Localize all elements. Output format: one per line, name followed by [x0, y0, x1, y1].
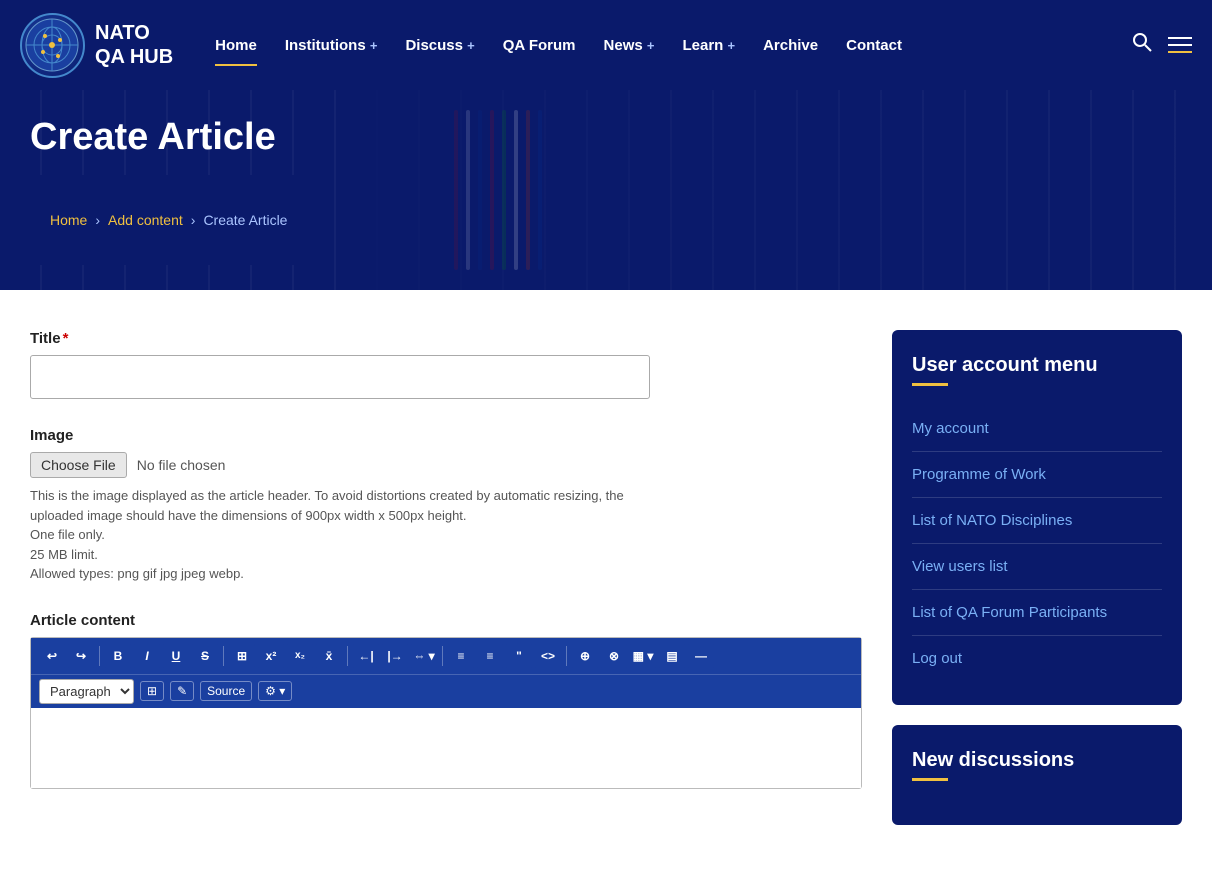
redo-button[interactable]: ↪: [68, 644, 94, 668]
nato-disciplines-link[interactable]: List of NATO Disciplines: [912, 498, 1162, 543]
title-input[interactable]: [30, 355, 650, 399]
new-discussions-underline: [912, 778, 948, 781]
nav-item-qaforum[interactable]: QA Forum: [491, 29, 588, 62]
sidebar-item-logout: Log out: [912, 636, 1162, 681]
toolbar-sep-5: [566, 646, 567, 666]
article-content-label: Article content: [30, 612, 862, 629]
strikethrough-button[interactable]: S: [192, 644, 218, 668]
view-users-list-link[interactable]: View users list: [912, 544, 1162, 589]
source-button[interactable]: Source: [200, 681, 252, 701]
hamburger-menu[interactable]: [1168, 37, 1192, 53]
user-menu-title: User account menu: [912, 354, 1162, 377]
title-field-group: Title*: [30, 330, 862, 399]
logo-text: NATO QA HUB: [95, 21, 173, 69]
new-discussions-card: New discussions: [892, 725, 1182, 825]
file-name-display: No file chosen: [137, 457, 226, 473]
styles-button[interactable]: ⊞: [140, 681, 164, 701]
file-upload-row: Choose File No file chosen: [30, 452, 862, 478]
edit-button[interactable]: ✎: [170, 681, 194, 701]
table2-button[interactable]: ▦ ▾: [630, 644, 656, 668]
editor-body[interactable]: [31, 708, 861, 788]
styles-icon: ⊞: [147, 684, 157, 698]
sidebar-item-my-account: My account: [912, 406, 1162, 452]
nav-item-institutions[interactable]: Institutions +: [273, 29, 390, 62]
settings-button[interactable]: ⚙ ▾: [258, 681, 292, 701]
outdent-button[interactable]: ←|: [353, 644, 379, 668]
nav-item-contact[interactable]: Contact: [834, 29, 914, 62]
rich-text-editor: ↩ ↪ B I U S ⊞ x² x₂ x̄ ←| |→ ⇔ ▾: [30, 637, 862, 789]
choose-file-button[interactable]: Choose File: [30, 452, 127, 478]
toolbar-sep-1: [99, 646, 100, 666]
hr-button[interactable]: —: [688, 644, 714, 668]
list-ol-button[interactable]: ≡: [477, 644, 503, 668]
image-help-text: This is the image displayed as the artic…: [30, 486, 650, 584]
toolbar-sep-3: [347, 646, 348, 666]
breadcrumb-add-content[interactable]: Add content: [108, 212, 183, 228]
source-label: Source: [207, 684, 245, 698]
undo-button[interactable]: ↩: [39, 644, 65, 668]
breadcrumb: Home › Add content › Create Article: [30, 175, 307, 265]
image-label: Image: [30, 427, 862, 444]
toolbar-sep-4: [442, 646, 443, 666]
image-button[interactable]: ⊗: [601, 644, 627, 668]
table-button[interactable]: ⊞: [229, 644, 255, 668]
sidebar: User account menu My account Programme o…: [892, 330, 1182, 845]
image-field-group: Image Choose File No file chosen This is…: [30, 427, 862, 584]
main-nav: NATO QA HUB Home Institutions + Discuss …: [0, 0, 1212, 90]
sidebar-item-users-list: View users list: [912, 544, 1162, 590]
nav-item-learn[interactable]: Learn +: [670, 29, 747, 62]
breadcrumb-current: Create Article: [203, 212, 287, 228]
superscript-button[interactable]: x²: [258, 644, 284, 668]
sidebar-item-qa-participants: List of QA Forum Participants: [912, 590, 1162, 636]
nav-item-home[interactable]: Home: [203, 29, 269, 62]
toolbar: ↩ ↪ B I U S ⊞ x² x₂ x̄ ←| |→ ⇔ ▾: [31, 638, 861, 674]
breadcrumb-sep2: ›: [191, 212, 196, 228]
special-button[interactable]: x̄: [316, 644, 342, 668]
breadcrumb-sep1: ›: [95, 212, 100, 228]
logo-icon: [20, 13, 85, 78]
list-ul-button[interactable]: ≡: [448, 644, 474, 668]
search-button[interactable]: [1132, 32, 1152, 58]
bold-button[interactable]: B: [105, 644, 131, 668]
user-account-menu: My account Programme of Work List of NAT…: [912, 406, 1162, 681]
nav-menu: Home Institutions + Discuss + QA Forum N…: [203, 29, 1132, 62]
user-menu-underline: [912, 383, 948, 386]
link-button[interactable]: ⊕: [572, 644, 598, 668]
media-button[interactable]: ▤: [659, 644, 685, 668]
sidebar-item-nato-disciplines: List of NATO Disciplines: [912, 498, 1162, 544]
indent-button[interactable]: |→: [382, 644, 408, 668]
breadcrumb-home[interactable]: Home: [50, 212, 87, 228]
my-account-link[interactable]: My account: [912, 406, 1162, 451]
nav-item-news[interactable]: News +: [592, 29, 667, 62]
main-content: Title* Image Choose File No file chosen …: [30, 330, 862, 845]
hero-content: Create Article Home › Add content › Crea…: [30, 116, 307, 265]
underline-button[interactable]: U: [163, 644, 189, 668]
nav-item-discuss[interactable]: Discuss +: [393, 29, 486, 62]
sidebar-item-programme: Programme of Work: [912, 452, 1162, 498]
site-logo[interactable]: NATO QA HUB: [20, 13, 173, 78]
subscript-button[interactable]: x₂: [287, 644, 313, 668]
hero-section: Create Article Home › Add content › Crea…: [0, 90, 1212, 290]
page-body: Title* Image Choose File No file chosen …: [0, 290, 1212, 885]
align-button[interactable]: ⇔ ▾: [411, 644, 437, 668]
qa-participants-link[interactable]: List of QA Forum Participants: [912, 590, 1162, 635]
toolbar-row2: Paragraph ⊞ ✎ Source ⚙ ▾: [31, 674, 861, 708]
settings-icon: ⚙ ▾: [265, 684, 285, 698]
new-discussions-title: New discussions: [912, 749, 1162, 772]
code-button[interactable]: <>: [535, 644, 561, 668]
required-indicator: *: [63, 330, 69, 347]
article-content-group: Article content ↩ ↪ B I U S ⊞ x² x₂ x̄ ←…: [30, 612, 862, 789]
toolbar-sep-2: [223, 646, 224, 666]
edit-icon: ✎: [177, 684, 187, 698]
programme-of-work-link[interactable]: Programme of Work: [912, 452, 1162, 497]
paragraph-select[interactable]: Paragraph: [39, 679, 134, 704]
nav-icons: [1132, 32, 1192, 58]
logout-link[interactable]: Log out: [912, 636, 1162, 681]
blockquote-button[interactable]: ": [506, 644, 532, 668]
user-account-menu-card: User account menu My account Programme o…: [892, 330, 1182, 705]
italic-button[interactable]: I: [134, 644, 160, 668]
page-title: Create Article: [30, 116, 307, 159]
nav-item-archive[interactable]: Archive: [751, 29, 830, 62]
title-label: Title*: [30, 330, 862, 347]
